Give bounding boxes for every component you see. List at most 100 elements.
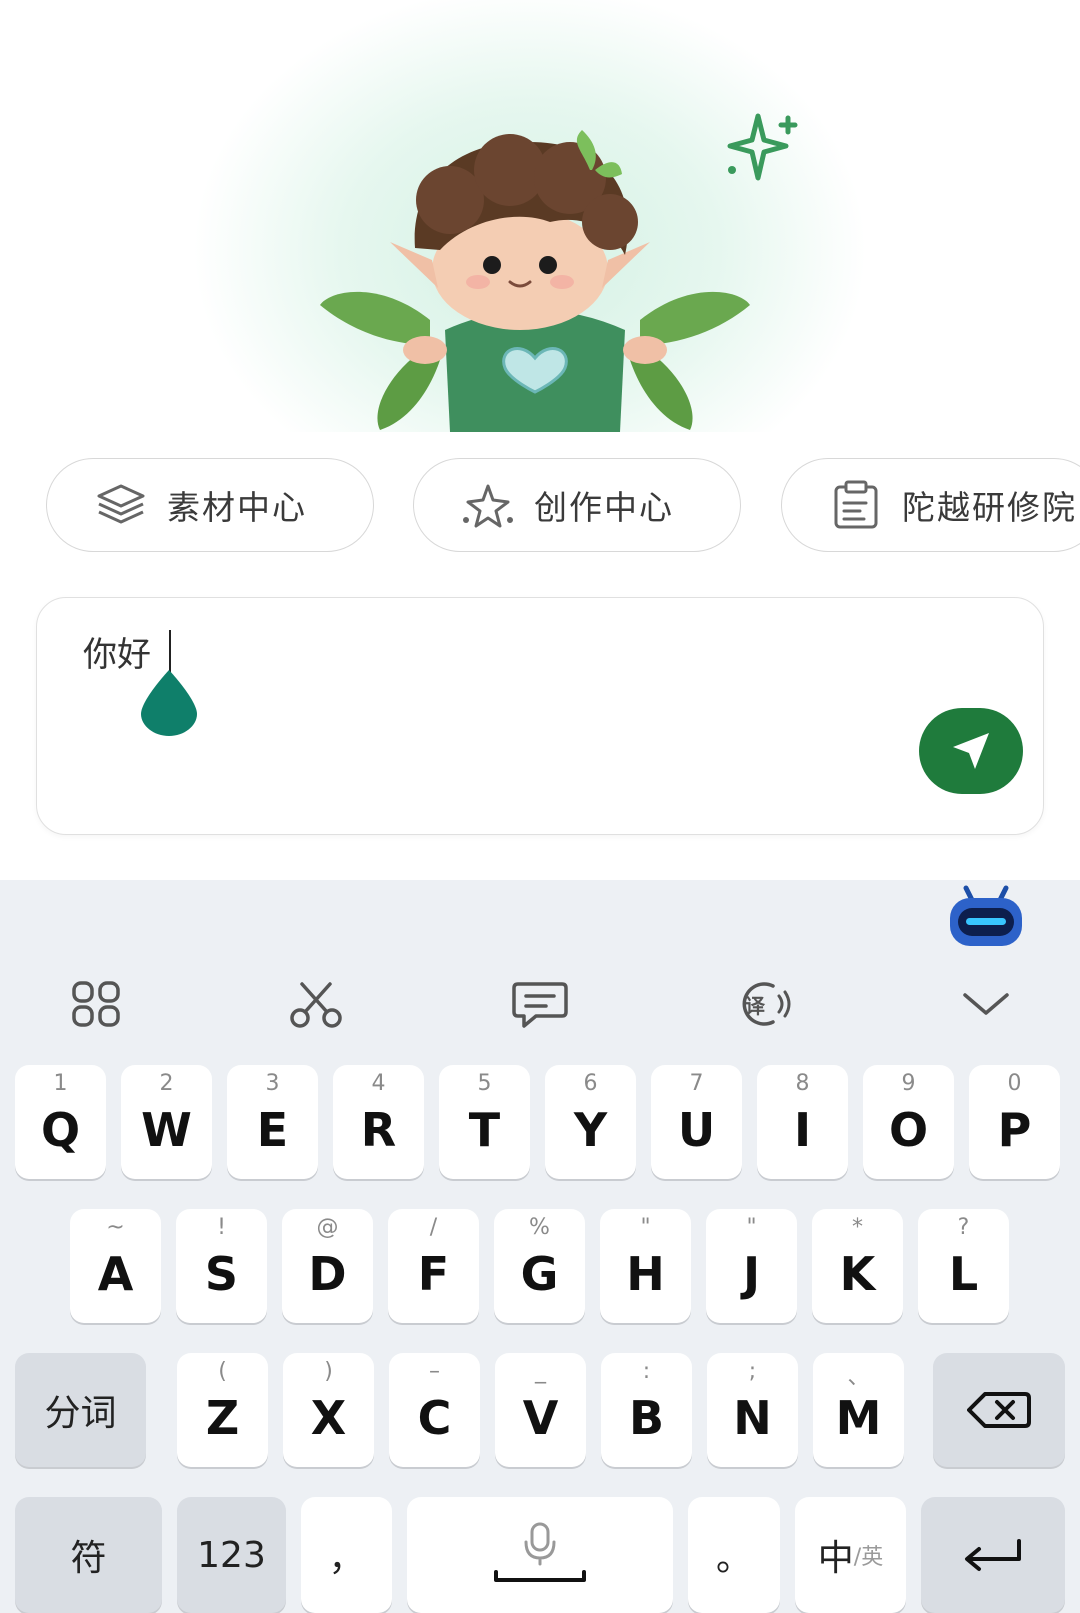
microphone-icon <box>407 1497 673 1613</box>
scissors-icon[interactable] <box>286 974 346 1034</box>
key-o[interactable]: 9O <box>863 1065 954 1179</box>
key-comma[interactable]: ， <box>301 1497 392 1613</box>
key-label: 123 <box>197 1534 266 1576</box>
key-letter: Q <box>40 1103 81 1157</box>
key-v[interactable]: _ V <box>495 1353 586 1467</box>
chat-input-box[interactable]: 你好 <box>36 597 1044 835</box>
key-n[interactable]: ; N <box>707 1353 798 1467</box>
key-fenci[interactable]: 分词 <box>15 1353 146 1467</box>
key-a[interactable]: ~ A <box>70 1209 161 1323</box>
key-symbols[interactable]: 符 <box>15 1497 162 1613</box>
key-hint: _ <box>535 1359 546 1384</box>
key-hint: 9 <box>901 1071 916 1096</box>
key-letter: H <box>626 1247 665 1301</box>
key-label: ， <box>328 1538 365 1579</box>
key-period[interactable]: 。 <box>688 1497 780 1613</box>
key-letter: Z <box>205 1391 240 1445</box>
key-backspace[interactable] <box>933 1353 1065 1467</box>
key-h[interactable]: " H <box>600 1209 691 1323</box>
backspace-icon <box>933 1353 1065 1467</box>
chat-bubble-icon[interactable] <box>510 974 570 1034</box>
key-letter: Y <box>573 1103 608 1157</box>
soft-keyboard: 译 1Q2W3E4R5T6Y7U8I9O0P ~ A! S @ D / F% G " H " J * K?… <box>0 880 1080 1613</box>
sparkle-star-icon <box>460 477 516 533</box>
key-numbers[interactable]: 123 <box>177 1497 286 1613</box>
lang-main-label: 中 <box>817 1538 854 1579</box>
key-label: 分词 <box>44 1393 117 1434</box>
key-hint: 1 <box>53 1071 68 1096</box>
translate-icon[interactable]: 译 <box>730 974 796 1034</box>
key-k[interactable]: * K <box>812 1209 903 1323</box>
key-hint: ) <box>324 1359 333 1384</box>
key-i[interactable]: 8I <box>757 1065 848 1179</box>
key-letter: R <box>360 1103 397 1157</box>
key-letter: K <box>839 1247 876 1301</box>
key-d[interactable]: @ D <box>282 1209 373 1323</box>
key-hint: 4 <box>371 1071 386 1096</box>
key-hint: : <box>642 1359 651 1384</box>
key-hint: 8 <box>795 1071 810 1096</box>
key-language-switch[interactable]: 中/英 <box>795 1497 906 1613</box>
chip-label: 陀越研修院 <box>902 488 1077 527</box>
key-x[interactable]: ) X <box>283 1353 374 1467</box>
key-m[interactable]: 、 M <box>813 1353 904 1467</box>
chip-tuoyue-academy[interactable]: 陀越研修院 <box>781 458 1080 552</box>
translate-glyph: 译 <box>745 994 766 1018</box>
key-hint: 5 <box>477 1071 492 1096</box>
key-t[interactable]: 5T <box>439 1065 530 1179</box>
key-hint: * <box>852 1215 863 1240</box>
key-b[interactable]: :B <box>601 1353 692 1467</box>
key-hint: 3 <box>265 1071 280 1096</box>
key-letter: X <box>310 1391 347 1445</box>
send-icon <box>953 733 989 769</box>
key-hint: @ <box>316 1215 339 1240</box>
key-space[interactable] <box>407 1497 673 1613</box>
key-hint: % <box>529 1215 550 1240</box>
key-hint: ? <box>957 1215 970 1240</box>
key-u[interactable]: 7U <box>651 1065 742 1179</box>
collapse-chevron-icon[interactable] <box>956 974 1016 1034</box>
key-language-label: 中/英 <box>795 1497 906 1613</box>
key-s[interactable]: ! S <box>176 1209 267 1323</box>
key-g[interactable]: % G <box>494 1209 585 1323</box>
chip-creation-center[interactable]: 创作中心 <box>413 458 741 552</box>
key-q[interactable]: 1Q <box>15 1065 106 1179</box>
enter-icon <box>921 1497 1065 1613</box>
key-w[interactable]: 2W <box>121 1065 212 1179</box>
key-hint: " <box>640 1215 651 1240</box>
key-letter: N <box>733 1391 772 1445</box>
key-hint: – <box>429 1359 440 1384</box>
key-j[interactable]: " J <box>706 1209 797 1323</box>
key-enter[interactable] <box>921 1497 1065 1613</box>
key-letter: I <box>793 1103 812 1157</box>
key-e[interactable]: 3E <box>227 1065 318 1179</box>
key-letter: B <box>628 1391 665 1445</box>
key-c[interactable]: – C <box>389 1353 480 1467</box>
key-f[interactable]: / F <box>388 1209 479 1323</box>
robot-assistant-icon[interactable] <box>946 884 1026 950</box>
key-r[interactable]: 4R <box>333 1065 424 1179</box>
key-y[interactable]: 6Y <box>545 1065 636 1179</box>
send-button[interactable] <box>919 708 1023 794</box>
apps-grid-icon[interactable] <box>66 974 126 1034</box>
key-z[interactable]: (Z <box>177 1353 268 1467</box>
key-hint: ( <box>218 1359 227 1384</box>
chip-label: 素材中心 <box>167 488 307 527</box>
key-letter: D <box>308 1247 347 1301</box>
cursor-handle[interactable] <box>139 670 199 736</box>
key-hint: 2 <box>159 1071 174 1096</box>
key-hint: / <box>429 1215 438 1240</box>
key-p[interactable]: 0P <box>969 1065 1060 1179</box>
chip-material-center[interactable]: 素材中心 <box>46 458 374 552</box>
key-letter: E <box>256 1103 289 1157</box>
key-hint: 7 <box>689 1071 704 1096</box>
key-hint: 6 <box>583 1071 598 1096</box>
key-letter: J <box>742 1247 761 1301</box>
hero-banner <box>0 0 1080 432</box>
key-hint: ~ <box>106 1215 125 1240</box>
key-letter: F <box>417 1247 450 1301</box>
key-label: 符 <box>70 1538 107 1579</box>
chip-label: 创作中心 <box>534 488 674 527</box>
key-l[interactable]: ? L <box>918 1209 1009 1323</box>
key-letter: S <box>204 1247 239 1301</box>
